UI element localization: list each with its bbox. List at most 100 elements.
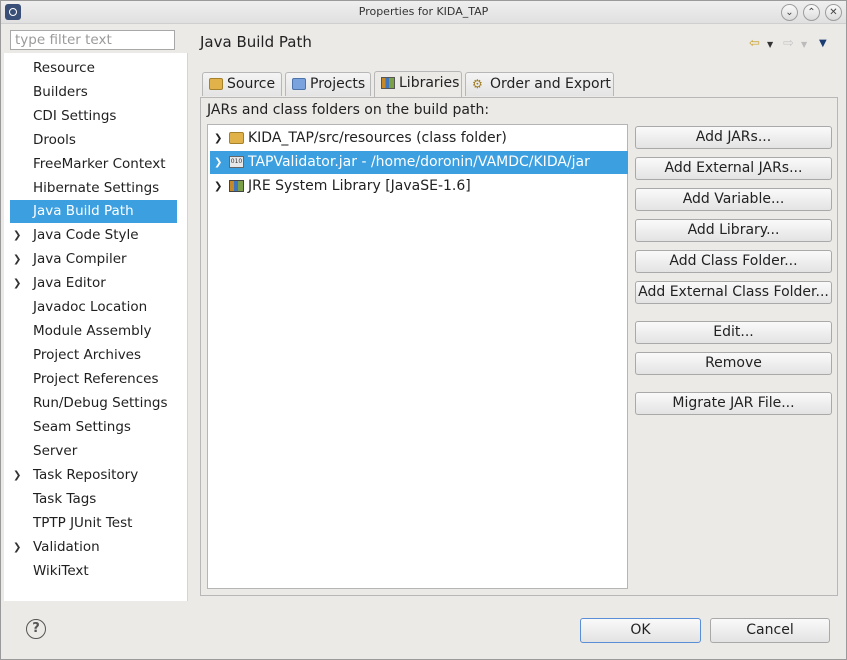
libraries-icon — [381, 77, 395, 89]
expand-arrow-icon[interactable]: ❯ — [214, 151, 222, 174]
tree-item-java-code-style[interactable]: ❯ Java Code Style — [10, 224, 177, 247]
filter-input[interactable] — [10, 30, 175, 50]
page-title: Java Build Path — [200, 33, 312, 51]
back-dropdown-icon[interactable]: ▼ — [767, 40, 773, 49]
tree-item-project-archives[interactable]: Project Archives — [10, 344, 177, 367]
tree-item-tptp-junit-test[interactable]: TPTP JUnit Test — [10, 512, 177, 535]
forward-arrow-icon[interactable]: ⇨ — [783, 36, 794, 51]
tree-item-label: Java Code Style — [33, 227, 139, 243]
sash-handle-icon[interactable]: ⋮ — [842, 323, 847, 333]
add-external-jars-button[interactable]: Add External JARs... — [635, 157, 832, 180]
tree-item-label: TPTP JUnit Test — [33, 515, 133, 531]
tab-order-and-export[interactable]: ⚙ Order and Export — [465, 72, 614, 96]
ok-button[interactable]: OK — [580, 618, 701, 643]
tree-item-label: Project References — [33, 371, 159, 387]
tree-item-javadoc-location[interactable]: Javadoc Location — [10, 296, 177, 319]
tree-item-java-build-path[interactable]: Java Build Path — [10, 200, 177, 223]
remove-button[interactable]: Remove — [635, 352, 832, 375]
list-item[interactable]: ❯ JRE System Library [JavaSE-1.6] — [210, 175, 628, 198]
list-item[interactable]: ❯ KIDA_TAP/src/resources (class folder) — [210, 127, 628, 150]
tree-item-label: WikiText — [33, 563, 89, 579]
title-bar: Properties for KIDA_TAP ⌄ ⌃ ✕ — [1, 1, 846, 24]
tree-item-label: Java Build Path — [33, 203, 134, 219]
tree-item-run-debug-settings[interactable]: Run/Debug Settings — [10, 392, 177, 415]
tree-item-java-compiler[interactable]: ❯ Java Compiler — [10, 248, 177, 271]
order-export-icon: ⚙ — [472, 77, 483, 91]
build-path-label: JARs and class folders on the build path… — [207, 102, 490, 118]
maximize-chevron-icon[interactable]: ⌃ — [803, 4, 820, 21]
tree-item-label: Task Tags — [33, 491, 97, 507]
tree-item-freemarker-context[interactable]: FreeMarker Context — [10, 153, 177, 176]
tree-item-label: Validation — [33, 539, 100, 555]
tree-item-wikitext[interactable]: WikiText — [10, 560, 177, 583]
properties-dialog: Properties for KIDA_TAP ⌄ ⌃ ✕ Resource B… — [0, 0, 847, 660]
build-path-list[interactable]: ❯ KIDA_TAP/src/resources (class folder) … — [207, 124, 628, 589]
tree-item-label: Java Compiler — [33, 251, 127, 267]
edit-button[interactable]: Edit... — [635, 321, 832, 344]
tree-item-label: CDI Settings — [33, 108, 117, 124]
tree-item-cdi-settings[interactable]: CDI Settings — [10, 105, 177, 128]
tree-item-server[interactable]: Server — [10, 440, 177, 463]
tab-projects[interactable]: Projects — [285, 72, 371, 96]
help-icon[interactable]: ? — [26, 619, 46, 639]
window-title: Properties for KIDA_TAP — [358, 5, 489, 18]
tree-item-label: Javadoc Location — [33, 299, 148, 315]
tree-item-builders[interactable]: Builders — [10, 81, 177, 104]
expand-arrow-icon[interactable]: ❯ — [13, 224, 21, 247]
tree-item-hibernate-settings[interactable]: Hibernate Settings — [10, 177, 177, 200]
tab-libraries[interactable]: Libraries — [374, 71, 462, 97]
tree-item-project-references[interactable]: Project References — [10, 368, 177, 391]
tree-item-drools[interactable]: Drools — [10, 129, 177, 152]
entry-label: JRE System Library [JavaSE-1.6] — [248, 178, 471, 194]
entry-label: TAPValidator.jar - /home/doronin/VAMDC/K… — [248, 154, 590, 170]
tree-item-label: Drools — [33, 132, 76, 148]
tab-label: Order and Export — [490, 76, 611, 92]
list-item[interactable]: ❯ 010 TAPValidator.jar - /home/doronin/V… — [210, 151, 628, 174]
tree-item-label: Run/Debug Settings — [33, 395, 168, 411]
tree-item-task-tags[interactable]: Task Tags — [10, 488, 177, 511]
add-external-class-folder-button[interactable]: Add External Class Folder... — [635, 281, 832, 304]
tab-label: Source — [227, 76, 276, 92]
library-icon — [229, 180, 244, 192]
cancel-button[interactable]: Cancel — [710, 618, 830, 643]
tree-item-validation[interactable]: ❯ Validation — [10, 536, 177, 559]
tree-item-label: Seam Settings — [33, 419, 131, 435]
tree-item-label: Resource — [33, 60, 95, 76]
expand-arrow-icon[interactable]: ❯ — [214, 175, 222, 198]
close-icon[interactable]: ✕ — [825, 4, 842, 21]
tree-item-label: Module Assembly — [33, 323, 152, 339]
tree-item-module-assembly[interactable]: Module Assembly — [10, 320, 177, 343]
expand-arrow-icon[interactable]: ❯ — [214, 127, 222, 150]
tree-item-resource[interactable]: Resource — [10, 57, 177, 80]
view-menu-icon[interactable]: ▼ — [819, 38, 827, 49]
add-jars-button[interactable]: Add JARs... — [635, 126, 832, 149]
entry-label: KIDA_TAP/src/resources (class folder) — [248, 130, 507, 146]
tree-item-label: Project Archives — [33, 347, 142, 363]
tree-item-task-repository[interactable]: ❯ Task Repository — [10, 464, 177, 487]
migrate-jar-file-button[interactable]: Migrate JAR File... — [635, 392, 832, 415]
tree-item-seam-settings[interactable]: Seam Settings — [10, 416, 177, 439]
expand-arrow-icon[interactable]: ❯ — [13, 464, 21, 487]
tree-item-label: Java Editor — [33, 275, 106, 291]
source-folder-icon — [209, 78, 223, 90]
tab-label: Projects — [310, 76, 366, 92]
add-library-button[interactable]: Add Library... — [635, 219, 832, 242]
expand-arrow-icon[interactable]: ❯ — [13, 248, 21, 271]
tree-item-label: Builders — [33, 84, 88, 100]
property-page-tree: Resource Builders CDI Settings Drools Fr… — [4, 53, 188, 601]
jar-icon: 010 — [229, 156, 244, 168]
expand-arrow-icon[interactable]: ❯ — [13, 536, 21, 559]
tree-item-label: Hibernate Settings — [33, 180, 160, 196]
minimize-chevron-icon[interactable]: ⌄ — [781, 4, 798, 21]
add-class-folder-button[interactable]: Add Class Folder... — [635, 250, 832, 273]
expand-arrow-icon[interactable]: ❯ — [13, 272, 21, 295]
tree-item-label: FreeMarker Context — [33, 156, 166, 172]
tree-item-label: Server — [33, 443, 78, 459]
tab-source[interactable]: Source — [202, 72, 282, 96]
back-arrow-icon[interactable]: ⇦ — [749, 36, 760, 51]
tree-item-label: Task Repository — [33, 467, 139, 483]
forward-dropdown-icon[interactable]: ▼ — [801, 40, 807, 49]
add-variable-button[interactable]: Add Variable... — [635, 188, 832, 211]
tab-label: Libraries — [399, 75, 460, 91]
tree-item-java-editor[interactable]: ❯ Java Editor — [10, 272, 177, 295]
